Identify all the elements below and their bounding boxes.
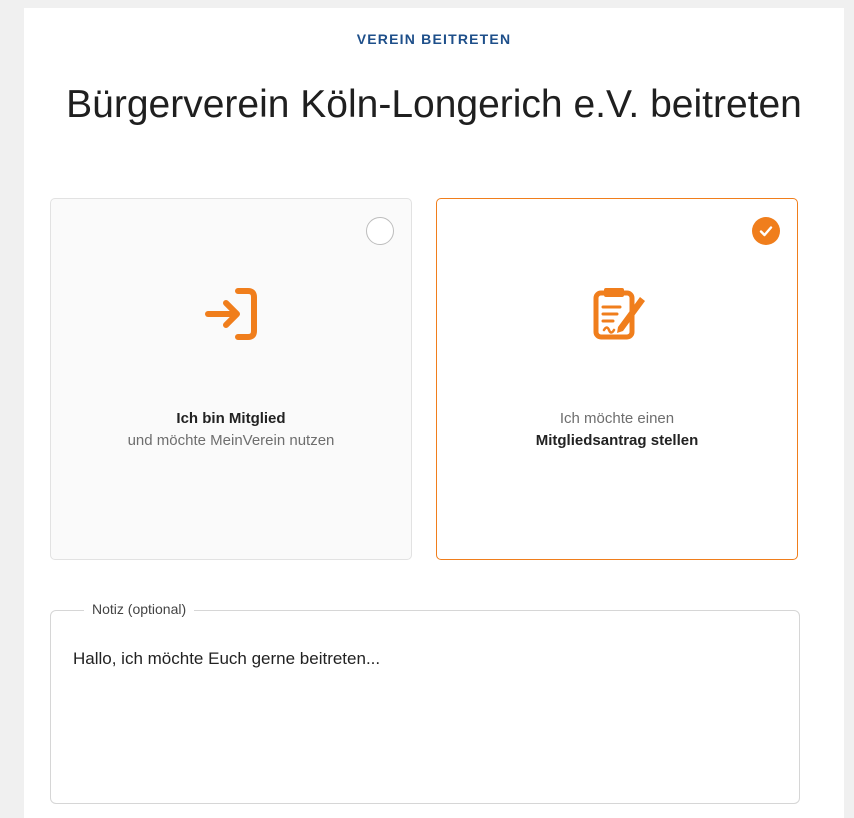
note-textarea[interactable]: Hallo, ich möchte Euch gerne beitreten..… (73, 649, 773, 779)
page-kicker: VEREIN BEITRETEN (356, 31, 512, 47)
option-card-member[interactable]: Ich bin Mitglied und möchte MeinVerein n… (50, 198, 412, 560)
option-member-subtitle: und möchte MeinVerein nutzen (127, 432, 335, 449)
login-arrow-icon (205, 288, 257, 340)
option-text-application: Ich möchte einen Mitgliedsantrag stellen (437, 408, 797, 452)
application-form-icon (593, 288, 645, 340)
join-panel: VEREIN BEITRETEN Bürgerverein Köln-Longe… (24, 8, 844, 818)
radio-unselected-icon[interactable] (366, 217, 394, 245)
radio-selected-check-icon[interactable] (752, 217, 780, 245)
checkmark-icon (759, 226, 773, 237)
note-label: Notiz (optional) (84, 601, 195, 617)
option-card-application[interactable]: Ich möchte einen Mitgliedsantrag stellen (436, 198, 798, 560)
note-field: Notiz (optional) Hallo, ich möchte Euch … (50, 601, 800, 804)
option-application-subtitle: Ich möchte einen (559, 410, 675, 427)
option-text-member: Ich bin Mitglied und möchte MeinVerein n… (51, 408, 411, 452)
option-application-title: Mitgliedsantrag stellen (535, 432, 699, 449)
option-member-title: Ich bin Mitglied (176, 410, 286, 427)
page-title: Bürgerverein Köln-Longerich e.V. beitret… (66, 83, 802, 126)
